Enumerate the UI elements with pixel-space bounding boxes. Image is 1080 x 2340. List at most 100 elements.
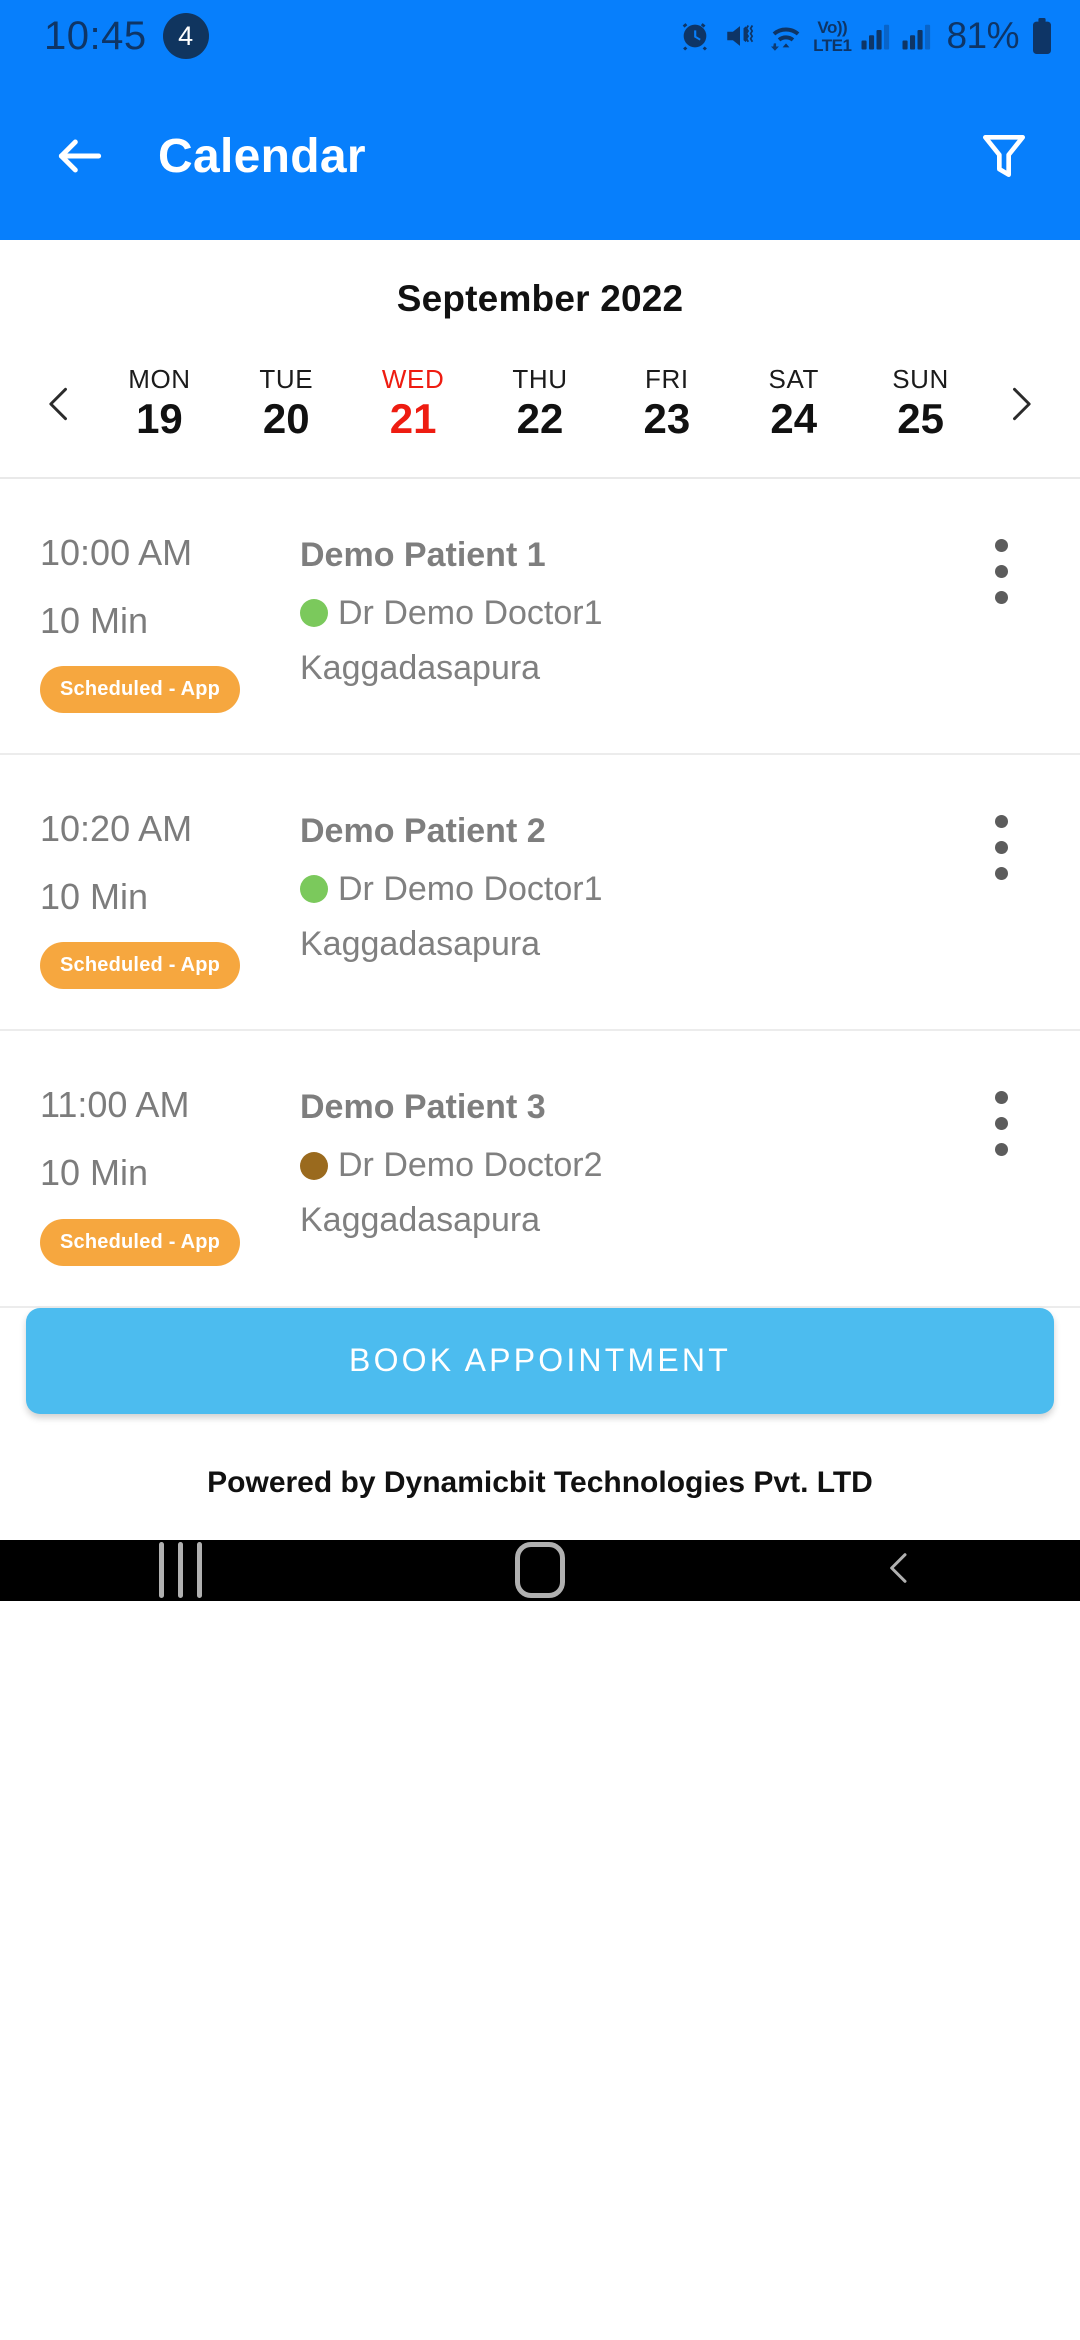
nav-home-button[interactable]	[440, 1542, 640, 1599]
appointment-time-block: 10:00 AM 10 Min Scheduled - App	[40, 519, 300, 714]
week-day-mon[interactable]: MON 19	[96, 364, 223, 443]
overflow-menu-icon[interactable]	[966, 519, 1036, 604]
android-nav-bar	[0, 1539, 1080, 1601]
wifi-icon	[768, 19, 804, 53]
mute-vibrate-icon	[723, 19, 757, 53]
menu-dot	[994, 1091, 1008, 1105]
back-arrow-icon[interactable]	[52, 128, 108, 184]
appointment-row[interactable]: 11:00 AM 10 Min Scheduled - App Demo Pat…	[0, 1031, 1080, 1308]
battery-icon	[1030, 18, 1054, 54]
day-of-week-label: THU	[512, 364, 568, 394]
volte-line-1: Vo))	[817, 17, 848, 37]
nav-back-button[interactable]	[800, 1540, 1000, 1601]
menu-dot	[994, 815, 1008, 829]
location-name: Kaggadasapura	[300, 924, 541, 963]
appointment-duration: 10 Min	[40, 1151, 149, 1193]
recents-bar	[177, 1542, 183, 1599]
recents-bar	[196, 1542, 202, 1599]
appointment-time: 11:00 AM	[40, 1084, 190, 1126]
menu-dot	[994, 565, 1008, 578]
appointment-time: 10:20 AM	[40, 808, 193, 850]
page-title: Calendar	[158, 129, 366, 183]
day-number-label: 25	[897, 395, 944, 442]
day-of-week-label: WED	[381, 364, 445, 394]
status-bar-icons: Vo)) LTE1 81%	[678, 15, 1054, 57]
overflow-menu-icon[interactable]	[966, 1071, 1036, 1157]
week-day-sun[interactable]: SUN 25	[857, 364, 984, 443]
volte-indicator: Vo)) LTE1	[813, 17, 852, 55]
status-bar: 10:45 4 Vo)) LTE1 81%	[0, 0, 1080, 72]
recents-icon	[158, 1542, 202, 1599]
location-name: Kaggadasapura	[300, 1201, 541, 1240]
overflow-menu-icon[interactable]	[966, 795, 1036, 881]
week-day-wed-selected[interactable]: WED 21	[350, 364, 477, 443]
app-bar: Calendar	[0, 72, 1080, 240]
week-days: MON 19 TUE 20 WED 21 THU 22 FRI 23 SAT 2…	[96, 364, 984, 443]
menu-dot	[994, 591, 1008, 604]
status-bar-clock: 10:45	[44, 14, 147, 58]
patient-name: Demo Patient 3	[300, 1088, 546, 1127]
week-strip: MON 19 TUE 20 WED 21 THU 22 FRI 23 SAT 2…	[0, 320, 1080, 477]
week-day-thu[interactable]: THU 22	[477, 364, 604, 443]
nav-recents-button[interactable]	[80, 1542, 280, 1599]
home-icon	[515, 1542, 565, 1599]
doctor-name: Dr Demo Doctor1	[338, 593, 603, 632]
phone-screen: 10:45 4 Vo)) LTE1 81% Calendar September…	[0, 0, 1080, 2340]
recents-bar	[158, 1542, 164, 1599]
day-number-label: 19	[136, 395, 183, 442]
status-badge: Scheduled - App	[40, 1218, 241, 1266]
appointment-row[interactable]: 10:20 AM 10 Min Scheduled - App Demo Pat…	[0, 755, 1080, 1032]
menu-dot	[994, 539, 1008, 552]
menu-dot	[994, 867, 1008, 881]
month-label: September 2022	[396, 278, 684, 319]
week-day-sat[interactable]: SAT 24	[730, 364, 857, 443]
day-of-week-label: SUN	[892, 364, 949, 394]
week-day-fri[interactable]: FRI 23	[603, 364, 730, 443]
appointment-duration: 10 Min	[40, 875, 149, 917]
doctor-color-dot	[300, 875, 328, 904]
next-week-icon[interactable]	[984, 378, 1056, 430]
notification-count-badge: 4	[162, 13, 209, 59]
appointment-row[interactable]: 10:00 AM 10 Min Scheduled - App Demo Pat…	[0, 479, 1080, 756]
doctor-line: Dr Demo Doctor1	[300, 594, 966, 633]
day-of-week-label: SAT	[768, 364, 819, 394]
menu-dot	[994, 1117, 1008, 1131]
appointment-details: Demo Patient 1 Dr Demo Doctor1 Kaggadasa…	[300, 519, 966, 688]
appointment-time-block: 10:20 AM 10 Min Scheduled - App	[40, 795, 300, 990]
day-of-week-label: FRI	[645, 364, 689, 394]
appointment-list: 10:00 AM 10 Min Scheduled - App Demo Pat…	[0, 479, 1080, 1308]
day-number-label: 20	[262, 395, 310, 442]
day-number-label: 21	[389, 395, 437, 442]
appointment-time: 10:00 AM	[40, 532, 193, 573]
prev-week-icon[interactable]	[24, 378, 96, 430]
doctor-color-dot	[300, 599, 328, 628]
signal-bars-2-icon	[901, 20, 931, 52]
menu-dot	[994, 1143, 1008, 1157]
doctor-name: Dr Demo Doctor2	[338, 1146, 603, 1185]
day-number-label: 24	[770, 395, 818, 442]
back-icon	[880, 1540, 920, 1601]
week-day-tue[interactable]: TUE 20	[223, 364, 350, 443]
powered-by-label: Powered by Dynamicbit Technologies Pvt. …	[207, 1465, 873, 1499]
doctor-name: Dr Demo Doctor1	[338, 869, 603, 908]
alarm-icon	[678, 19, 712, 53]
calendar-header: September 2022 MON 19 TUE 20 WED 21 THU …	[0, 240, 1080, 1601]
day-of-week-label: MON	[128, 364, 191, 394]
patient-name: Demo Patient 2	[300, 812, 546, 851]
appointment-duration: 10 Min	[40, 599, 149, 641]
status-badge: Scheduled - App	[40, 942, 241, 990]
menu-dot	[994, 841, 1008, 855]
appointment-details: Demo Patient 2 Dr Demo Doctor1 Kaggadasa…	[300, 795, 966, 964]
book-appointment-button[interactable]: BOOK APPOINTMENT	[26, 1307, 1054, 1414]
day-of-week-label: TUE	[259, 364, 314, 394]
location-name: Kaggadasapura	[300, 648, 541, 687]
appointment-time-block: 11:00 AM 10 Min Scheduled - App	[40, 1071, 300, 1266]
doctor-line: Dr Demo Doctor2	[300, 1146, 966, 1185]
signal-bars-1-icon	[860, 20, 890, 52]
battery-percent-label: 81%	[946, 15, 1019, 56]
status-badge: Scheduled - App	[40, 666, 241, 714]
volte-line-2: LTE1	[813, 35, 852, 55]
day-number-label: 22	[516, 395, 564, 442]
filter-icon[interactable]	[976, 128, 1032, 184]
footer: BOOK APPOINTMENT Powered by Dynamicbit T…	[0, 1307, 1080, 1540]
